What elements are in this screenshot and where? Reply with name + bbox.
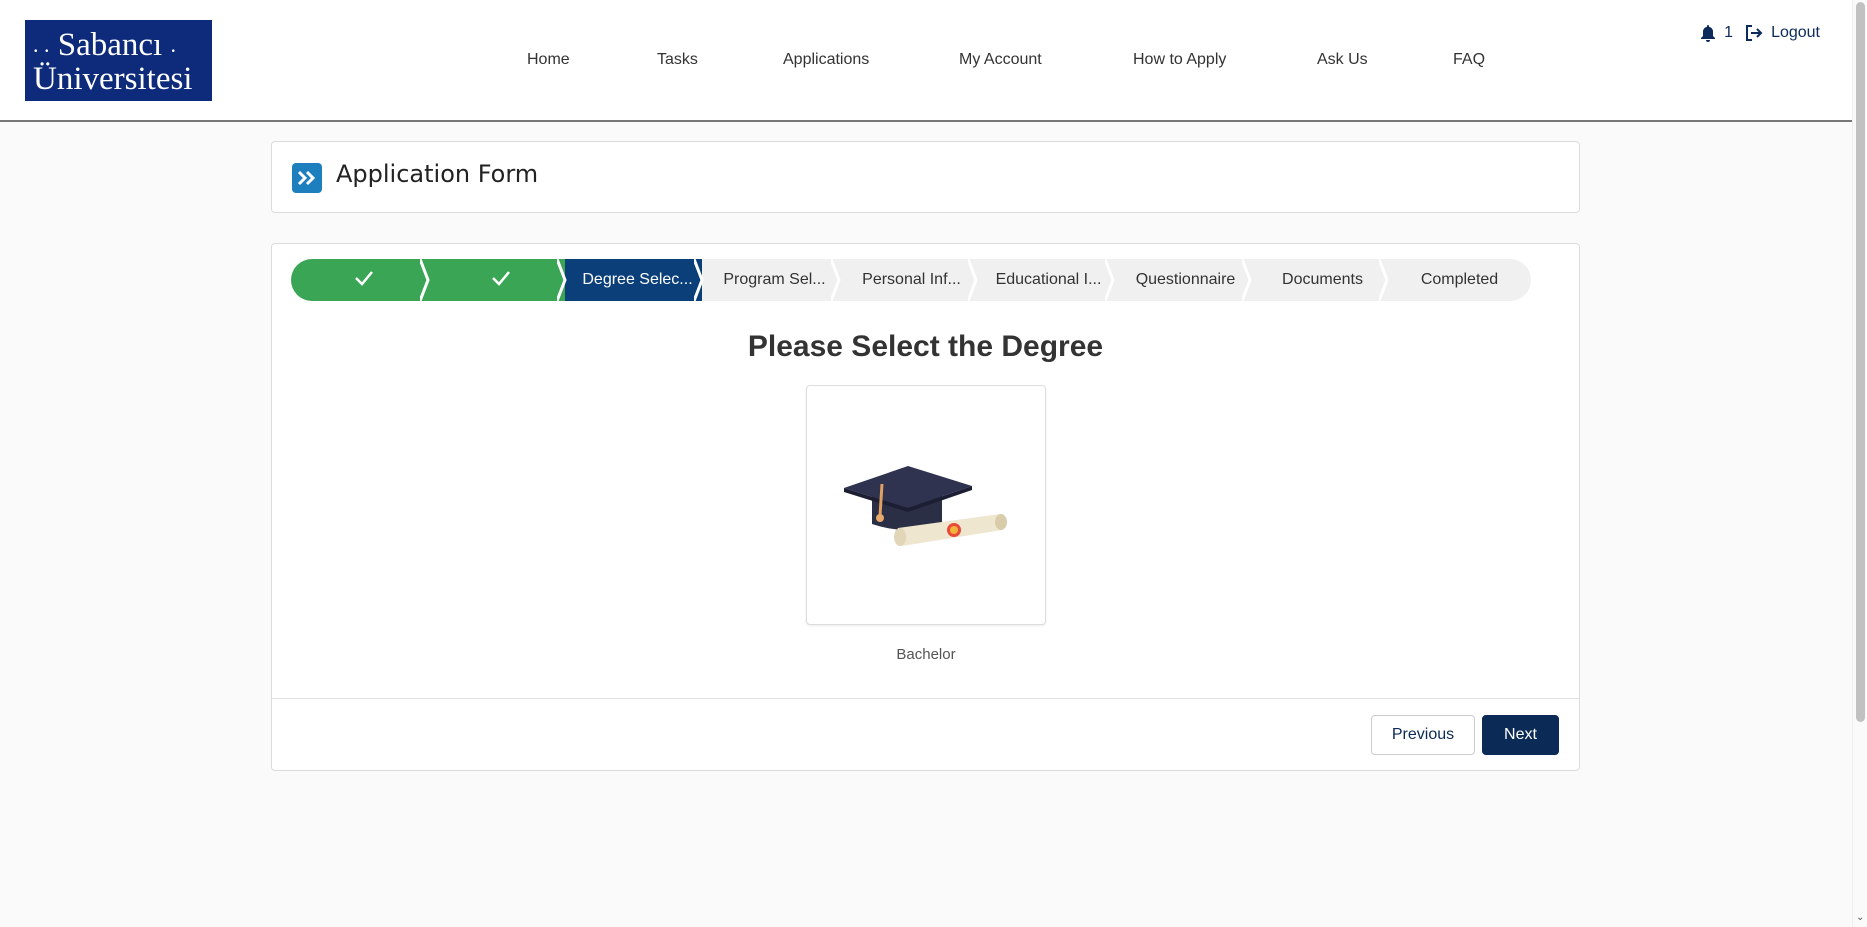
degree-heading: Please Select the Degree bbox=[747, 330, 1104, 363]
logo-line1: . . Sabancı . bbox=[33, 27, 176, 63]
path-step-label: Program Sel... bbox=[723, 271, 826, 288]
nav-my-account[interactable]: My Account bbox=[959, 51, 1042, 69]
logout-link[interactable]: Logout bbox=[1771, 24, 1820, 42]
path-step-degree-selection[interactable]: Degree Selec... bbox=[565, 259, 704, 301]
check-icon bbox=[483, 270, 511, 291]
nav-home[interactable]: Home bbox=[527, 51, 570, 69]
check-icon bbox=[346, 270, 374, 291]
page-title-card: Application Form bbox=[271, 141, 1580, 213]
nav-faq[interactable]: FAQ bbox=[1453, 51, 1485, 69]
bell-icon[interactable] bbox=[1700, 24, 1716, 42]
chevron-double-right-icon bbox=[292, 163, 322, 193]
path-step-1[interactable] bbox=[291, 259, 430, 301]
path-step-label: Questionnaire bbox=[1135, 271, 1236, 288]
logout-icon[interactable] bbox=[1745, 24, 1763, 42]
degree-option-bachelor[interactable] bbox=[806, 385, 1046, 625]
progress-path: Degree Selec... Program Sel... Personal … bbox=[291, 259, 1531, 301]
path-step-label: Documents bbox=[1282, 271, 1363, 288]
path-step-personal-info[interactable]: Personal Inf... bbox=[839, 259, 978, 301]
nav-ask-us[interactable]: Ask Us bbox=[1317, 51, 1368, 69]
notification-count[interactable]: 1 bbox=[1724, 24, 1733, 42]
path-step-2[interactable] bbox=[428, 259, 567, 301]
graduation-cap-icon bbox=[844, 466, 1007, 546]
path-step-label: Completed bbox=[1420, 271, 1499, 288]
page-scrollbar[interactable]: ⌄ bbox=[1852, 0, 1867, 927]
path-step-label: Degree Selec... bbox=[582, 271, 693, 288]
path-step-program-selection[interactable]: Program Sel... bbox=[702, 259, 841, 301]
sabanci-logo[interactable]: . . Sabancı . Üniversitesi bbox=[25, 20, 212, 101]
path-step-label: Educational I... bbox=[995, 271, 1102, 288]
site-header: . . Sabancı . Üniversitesi Home Tasks Ap… bbox=[0, 0, 1852, 122]
page-title: Application Form bbox=[336, 160, 539, 188]
degree-option-label: Bachelor bbox=[896, 646, 956, 663]
next-button[interactable]: Next bbox=[1482, 715, 1559, 755]
scrollbar-thumb[interactable] bbox=[1856, 2, 1865, 722]
nav-tasks[interactable]: Tasks bbox=[657, 51, 698, 69]
nav-applications[interactable]: Applications bbox=[783, 51, 869, 69]
path-step-educational-info[interactable]: Educational I... bbox=[976, 259, 1115, 301]
path-step-documents[interactable]: Documents bbox=[1250, 259, 1389, 301]
user-actions: 1 Logout bbox=[1700, 24, 1820, 42]
scroll-down-icon[interactable]: ⌄ bbox=[1856, 912, 1864, 923]
footer-divider bbox=[272, 698, 1579, 699]
previous-button[interactable]: Previous bbox=[1371, 715, 1475, 755]
path-step-questionnaire[interactable]: Questionnaire bbox=[1113, 259, 1252, 301]
logo-line2: Üniversitesi bbox=[33, 61, 193, 97]
path-step-label: Personal Inf... bbox=[862, 271, 961, 288]
application-form-card: Degree Selec... Program Sel... Personal … bbox=[271, 243, 1580, 771]
path-step-completed[interactable]: Completed bbox=[1387, 259, 1524, 301]
nav-how-to-apply[interactable]: How to Apply bbox=[1133, 51, 1226, 69]
